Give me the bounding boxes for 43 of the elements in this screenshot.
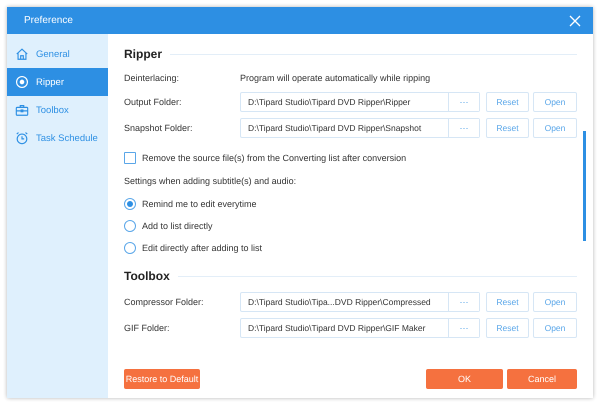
field-label: Snapshot Folder: — [124, 123, 194, 133]
reset-button[interactable]: Reset — [486, 92, 529, 112]
close-icon[interactable] — [569, 14, 581, 26]
cancel-button[interactable]: Cancel — [507, 369, 577, 389]
sidebar-item[interactable]: General — [7, 40, 108, 68]
field-label: Output Folder: — [124, 97, 183, 107]
ok-button[interactable]: OK — [426, 369, 503, 389]
folder-path-field[interactable]: D:\Tipard Studio\Tipard DVD Ripper\Ripper ··· — [240, 92, 480, 112]
checkbox[interactable] — [124, 152, 136, 164]
alarm-clock-icon — [15, 131, 29, 145]
open-button[interactable]: Open — [533, 292, 577, 312]
reset-button[interactable]: Reset — [486, 292, 529, 312]
field-label: Deinterlacing: — [124, 73, 180, 83]
folder-path-field[interactable]: D:\Tipard Studio\Tipard DVD Ripper\GIF Maker ··· — [240, 318, 480, 338]
section-heading: Toolbox — [124, 269, 170, 283]
field-label: GIF Folder: — [124, 323, 171, 333]
restore-default-button[interactable]: Restore to Default — [124, 369, 200, 389]
folder-path-field[interactable]: D:\Tipard Studio\Tipard DVD Ripper\Snapshot ··· — [240, 118, 480, 138]
section-heading: Ripper — [124, 47, 162, 61]
home-icon — [15, 47, 29, 61]
sidebar-item[interactable]: Task Schedule — [7, 124, 108, 152]
sidebar-item[interactable]: Toolbox — [7, 96, 108, 124]
toolbox-icon — [15, 103, 29, 117]
deinterlacing-value: Program will operate automatically while ripping — [240, 73, 430, 83]
open-button[interactable]: Open — [533, 318, 577, 338]
settings-label: Settings when adding subtitle(s) and audio: — [124, 176, 296, 186]
folder-path-field[interactable]: D:\Tipard Studio\Tipa...DVD Ripper\Compressed ··· — [240, 292, 480, 312]
open-button[interactable]: Open — [533, 92, 577, 112]
radio-button[interactable] — [124, 198, 136, 210]
radio-label: Edit directly after adding to list — [142, 243, 262, 253]
window-title: Preference — [24, 15, 73, 26]
reset-button[interactable]: Reset — [486, 318, 529, 338]
radio-label: Add to list directly — [142, 221, 213, 231]
scrollbar[interactable] — [583, 131, 586, 241]
target-icon — [15, 75, 29, 89]
radio-button[interactable] — [124, 242, 136, 254]
sidebar-item[interactable]: Ripper — [7, 68, 108, 96]
radio-button[interactable] — [124, 220, 136, 232]
reset-button[interactable]: Reset — [486, 118, 529, 138]
radio-label: Remind me to edit everytime — [142, 199, 257, 209]
open-button[interactable]: Open — [533, 118, 577, 138]
field-label: Compressor Folder: — [124, 297, 205, 307]
checkbox-label: Remove the source file(s) from the Converting list after conversion — [142, 153, 406, 163]
